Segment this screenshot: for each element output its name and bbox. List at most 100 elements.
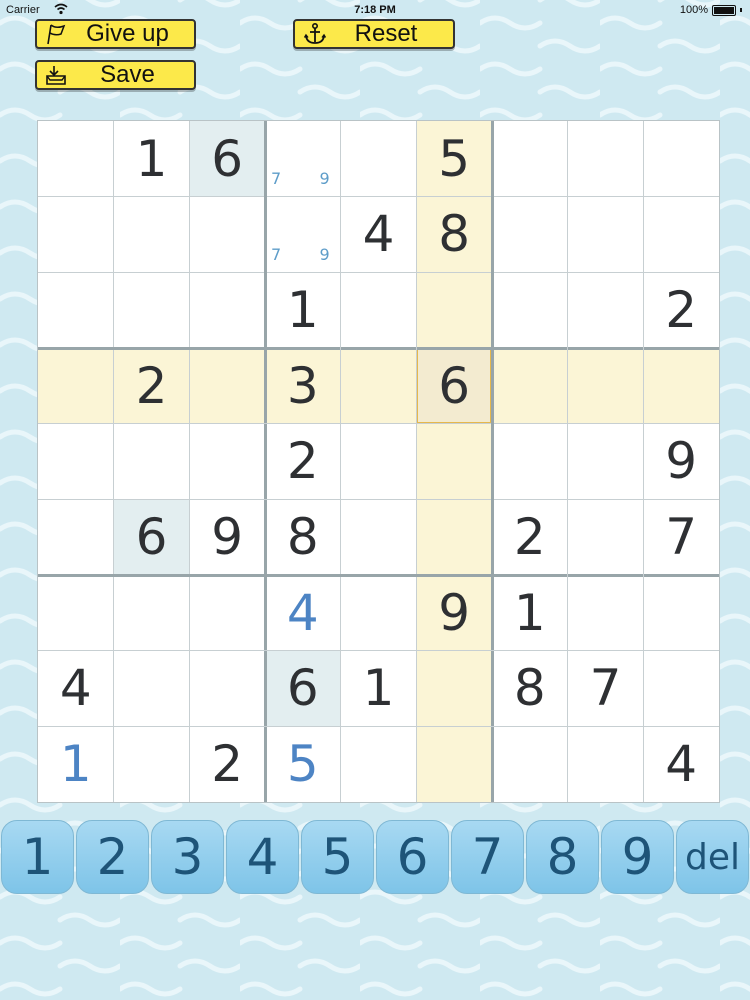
board-cell-r3c9[interactable]: 2 bbox=[643, 272, 719, 348]
board-cell-r5c4[interactable]: 2 bbox=[265, 424, 341, 500]
board-cell-r9c8[interactable] bbox=[568, 726, 644, 802]
board-cell-r7c3[interactable] bbox=[189, 575, 265, 651]
number-key-7[interactable]: 7 bbox=[451, 820, 524, 894]
board-cell-r2c8[interactable] bbox=[568, 197, 644, 273]
board-cell-r6c3[interactable]: 9 bbox=[189, 499, 265, 575]
board-cell-r7c7[interactable]: 1 bbox=[492, 575, 568, 651]
number-key-9[interactable]: 9 bbox=[601, 820, 674, 894]
number-key-2[interactable]: 2 bbox=[76, 820, 149, 894]
board-cell-r2c9[interactable] bbox=[643, 197, 719, 273]
flag-icon bbox=[45, 22, 71, 46]
board-cell-r2c1[interactable] bbox=[38, 197, 114, 273]
number-key-1[interactable]: 1 bbox=[1, 820, 74, 894]
board-cell-r9c3[interactable]: 2 bbox=[189, 726, 265, 802]
grid-line bbox=[38, 725, 719, 727]
board-cell-r3c4[interactable]: 1 bbox=[265, 272, 341, 348]
board-cell-r3c5[interactable] bbox=[341, 272, 417, 348]
board-cell-r4c5[interactable] bbox=[340, 348, 417, 424]
board-cell-r4c3[interactable] bbox=[189, 348, 265, 424]
board-cell-r5c2[interactable] bbox=[114, 424, 190, 500]
board-cell-r2c3[interactable] bbox=[189, 197, 265, 273]
board-cell-r8c3[interactable] bbox=[189, 651, 265, 727]
board-cell-r7c6[interactable]: 9 bbox=[416, 575, 492, 651]
board-cell-r7c9[interactable] bbox=[643, 575, 719, 651]
number-key-4[interactable]: 4 bbox=[226, 820, 299, 894]
board-cell-r8c7[interactable]: 8 bbox=[492, 651, 568, 727]
board-cell-r8c9[interactable] bbox=[643, 651, 719, 727]
board-cell-r5c6[interactable] bbox=[416, 423, 492, 500]
board-cell-r8c1[interactable]: 4 bbox=[38, 651, 114, 727]
board-cell-r6c7[interactable]: 2 bbox=[492, 499, 568, 575]
delete-key[interactable]: del bbox=[676, 820, 749, 894]
board-cell-r5c7[interactable] bbox=[492, 424, 568, 500]
board-cell-r9c2[interactable] bbox=[114, 726, 190, 802]
board-cell-r9c6[interactable] bbox=[416, 726, 492, 802]
board-cell-r4c4[interactable]: 3 bbox=[265, 348, 341, 424]
board-cell-r8c4[interactable]: 6 bbox=[265, 650, 341, 727]
board-cell-r6c6[interactable] bbox=[416, 499, 492, 575]
number-key-5[interactable]: 5 bbox=[301, 820, 374, 894]
board-cell-r4c1[interactable] bbox=[38, 348, 114, 424]
number-key-6[interactable]: 6 bbox=[376, 820, 449, 894]
board-cell-r4c7[interactable] bbox=[492, 348, 568, 424]
board-cell-r1c4[interactable]: 79 bbox=[265, 121, 341, 197]
board-cell-r8c6[interactable] bbox=[416, 650, 492, 727]
board-cell-r6c4[interactable]: 8 bbox=[265, 499, 341, 575]
board-cell-r5c1[interactable] bbox=[38, 424, 114, 500]
board-cell-r9c9[interactable]: 4 bbox=[643, 726, 719, 802]
board-cell-r1c1[interactable] bbox=[38, 121, 114, 197]
board-cell-r2c6[interactable]: 8 bbox=[416, 196, 492, 273]
board-cell-r3c8[interactable] bbox=[568, 272, 644, 348]
board-cell-r5c5[interactable] bbox=[341, 424, 417, 500]
board-cell-r3c6[interactable] bbox=[416, 272, 492, 348]
board-cell-r3c3[interactable] bbox=[189, 272, 265, 348]
board-cell-r2c2[interactable] bbox=[114, 197, 190, 273]
board-cell-r4c9[interactable] bbox=[643, 348, 719, 424]
board-cell-r2c5[interactable]: 4 bbox=[341, 197, 417, 273]
save-button[interactable]: Save bbox=[35, 60, 196, 90]
board-cell-r1c7[interactable] bbox=[492, 121, 568, 197]
board-cell-r5c9[interactable]: 9 bbox=[643, 424, 719, 500]
board-cell-r7c1[interactable] bbox=[38, 575, 114, 651]
board-cell-r4c8[interactable] bbox=[567, 348, 644, 424]
board-cell-r1c3[interactable]: 6 bbox=[189, 121, 265, 197]
board-cell-r1c5[interactable] bbox=[341, 121, 417, 197]
board-cell-r1c8[interactable] bbox=[568, 121, 644, 197]
board-cell-r5c3[interactable] bbox=[189, 424, 265, 500]
board-cell-r7c4[interactable]: 4 bbox=[265, 575, 341, 651]
board-cell-r3c2[interactable] bbox=[114, 272, 190, 348]
board-cell-r8c2[interactable] bbox=[114, 651, 190, 727]
board-cell-r4c6[interactable]: 6 bbox=[416, 348, 492, 424]
grid-line bbox=[38, 271, 719, 273]
board-cell-r8c8[interactable]: 7 bbox=[568, 651, 644, 727]
board-cell-r6c1[interactable] bbox=[38, 499, 114, 575]
board-cell-r6c9[interactable]: 7 bbox=[643, 499, 719, 575]
board-cell-r3c1[interactable] bbox=[38, 272, 114, 348]
board-cell-r8c5[interactable]: 1 bbox=[341, 651, 417, 727]
grid-line bbox=[38, 498, 719, 500]
board-cell-r2c7[interactable] bbox=[492, 197, 568, 273]
board-cell-r7c8[interactable] bbox=[568, 575, 644, 651]
board-cell-r3c7[interactable] bbox=[492, 272, 568, 348]
board-cell-r9c4[interactable]: 5 bbox=[265, 726, 341, 802]
board-cell-r7c5[interactable] bbox=[341, 575, 417, 651]
number-key-8[interactable]: 8 bbox=[526, 820, 599, 894]
battery-icon bbox=[712, 4, 736, 16]
board-cell-r9c1[interactable]: 1 bbox=[38, 726, 114, 802]
board-cell-r9c7[interactable] bbox=[492, 726, 568, 802]
board-cell-r1c9[interactable] bbox=[643, 121, 719, 197]
give-up-button[interactable]: Give up bbox=[35, 19, 196, 49]
board-cell-r6c8[interactable] bbox=[568, 499, 644, 575]
reset-button[interactable]: Reset bbox=[293, 19, 455, 49]
board-cell-r9c5[interactable] bbox=[341, 726, 417, 802]
save-label: Save bbox=[100, 61, 155, 88]
board-cell-r6c5[interactable] bbox=[341, 499, 417, 575]
number-key-3[interactable]: 3 bbox=[151, 820, 224, 894]
board-cell-r7c2[interactable] bbox=[114, 575, 190, 651]
board-cell-r5c8[interactable] bbox=[568, 424, 644, 500]
board-cell-r1c6[interactable]: 5 bbox=[416, 121, 492, 197]
board-cell-r4c2[interactable]: 2 bbox=[113, 348, 190, 424]
board-cell-r1c2[interactable]: 1 bbox=[114, 121, 190, 197]
board-cell-r2c4[interactable]: 79 bbox=[265, 197, 341, 273]
board-cell-r6c2[interactable]: 6 bbox=[113, 499, 190, 575]
